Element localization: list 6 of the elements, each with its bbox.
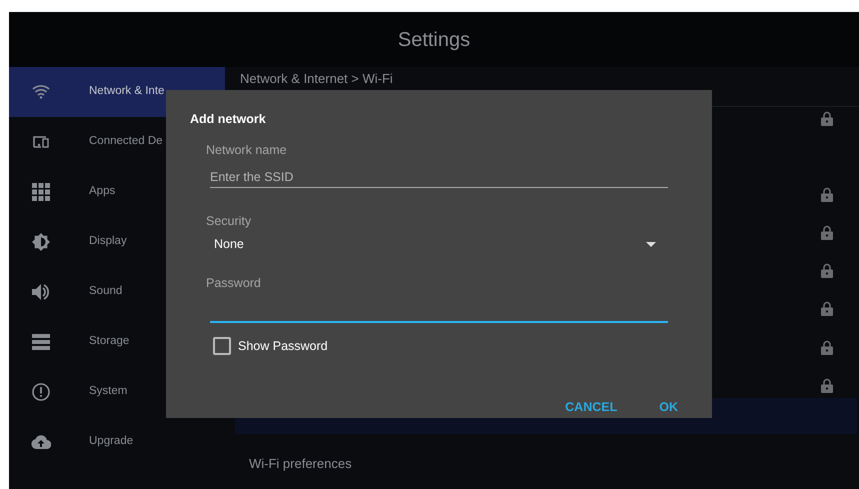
field-label: Network name [206, 142, 288, 159]
window-title: Settings [398, 28, 470, 52]
field-label: Security [206, 212, 252, 230]
field-label: Password [206, 275, 262, 292]
breadcrumb: Network & Internet > Wi-Fi [240, 71, 393, 87]
checkbox-label: Show Password [238, 338, 328, 355]
